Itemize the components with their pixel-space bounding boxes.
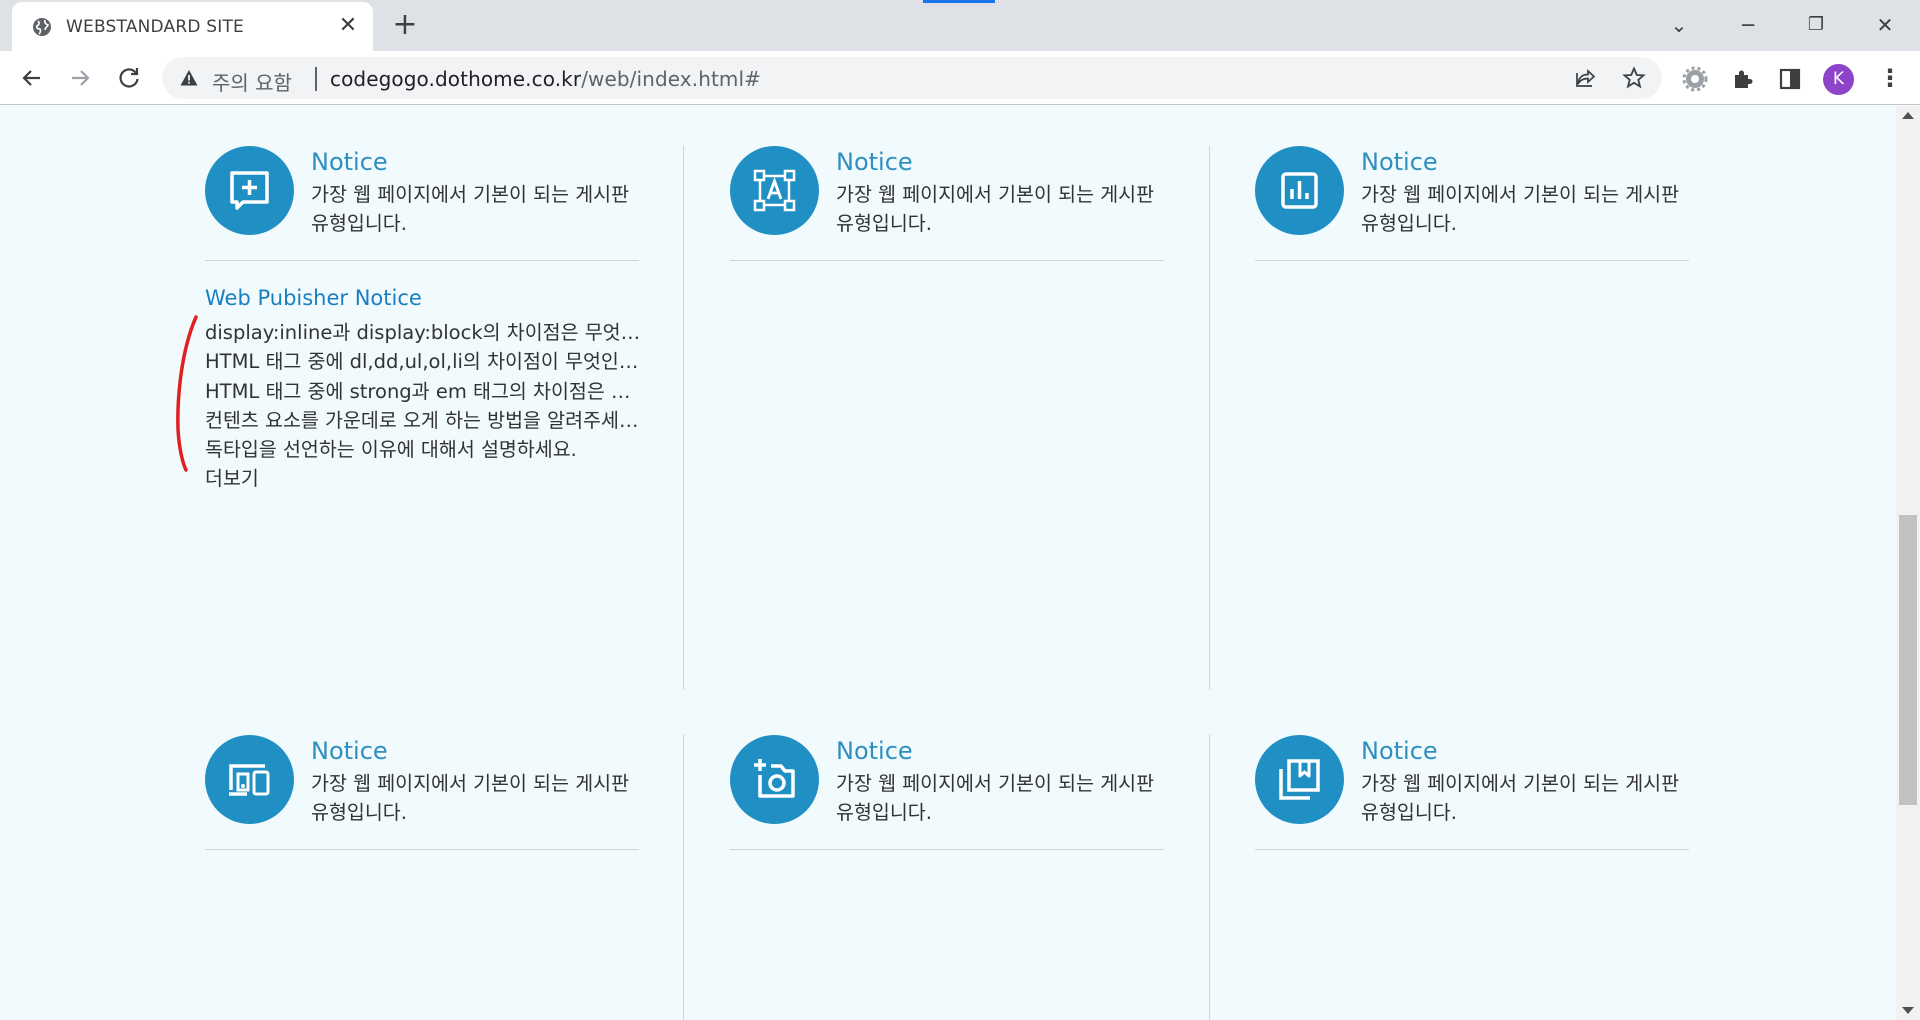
card-title[interactable]: Notice [836,148,913,176]
card-divider [205,260,639,261]
tab-title: WEBSTANDARD SITE [66,17,244,37]
globe-icon [33,18,51,36]
more-link[interactable]: 더보기 [205,464,645,493]
browser-toolbar: 주의 요함 codegogo.dothome.co.kr/web/index.h… [0,51,1920,105]
security-label[interactable]: 주의 요함 [212,67,292,96]
tab-strip: WEBSTANDARD SITE ✕ + ⌄ ─ ❐ ✕ [0,0,1920,51]
card-description: 가장 웹 페이지에서 기본이 되는 게시판 유형입니다. [311,772,630,824]
forward-arrow-icon [72,70,90,86]
notice-list: display:inline과 display:block의 차이점은 무엇인가… [205,318,645,464]
card-title[interactable]: Notice [311,737,388,765]
bookmark-library-icon [1279,759,1320,800]
add-camera-icon [754,759,795,798]
url-text[interactable]: codegogo.dothome.co.kr/web/index.html# [330,67,761,91]
close-window-button[interactable]: ✕ [1870,10,1900,40]
profile-avatar[interactable]: K [1823,64,1854,95]
back-arrow-icon [22,70,40,86]
card-divider [1255,260,1689,261]
card-divider [730,849,1164,850]
card-description: 가장 웹 페이지에서 기본이 되는 게시판 유형입니다. [311,183,630,235]
card-divider [730,260,1164,261]
notice-item[interactable]: HTML 태그 중에 dl,dd,ul,ol,li의 차이점이 무엇인가요? [205,347,641,376]
notice-item[interactable]: HTML 태그 중에 strong과 em 태그의 차이점은 무엇인가요? [205,377,641,406]
card-icon-circle [1255,735,1344,824]
restore-button[interactable]: ❐ [1801,10,1831,40]
card-title[interactable]: Notice [1361,737,1438,765]
card-icon-circle [730,735,819,824]
scrollbar-thumb[interactable] [1899,515,1917,805]
address-separator [315,67,317,91]
column-divider [1209,146,1210,690]
notice-item[interactable]: 컨텐츠 요소를 가운데로 오게 하는 방법을 알려주세요. [205,406,641,435]
bookmark-star-icon[interactable] [1622,66,1646,90]
bar-chart-icon [1281,172,1318,209]
card-icon-circle [205,146,294,235]
tab-loading-indicator [923,0,995,3]
extensions-puzzle-icon[interactable] [1730,66,1756,92]
column-divider [683,146,684,690]
card-divider [1255,849,1689,850]
text-frame-icon [753,169,796,212]
card-description: 가장 웹 페이지에서 기본이 되는 게시판 유형입니다. [836,772,1155,824]
card-icon-circle [205,735,294,824]
card-title[interactable]: Notice [836,737,913,765]
notice-heading[interactable]: Web Pubisher Notice [205,286,645,310]
card-title[interactable]: Notice [311,148,388,176]
page-viewport: Notice 가장 웹 페이지에서 기본이 되는 게시판 유형입니다. Noti… [0,106,1896,1020]
side-panel-icon[interactable] [1777,66,1803,92]
reload-icon [119,68,139,88]
share-icon[interactable] [1574,66,1598,90]
column-divider [683,734,684,1020]
address-bar[interactable]: 주의 요함 codegogo.dothome.co.kr/web/index.h… [162,57,1662,99]
red-annotation-mark [176,315,198,472]
forward-button[interactable] [64,62,96,94]
web-publisher-notice: Web Pubisher Notice display:inline과 disp… [205,286,645,493]
reload-button[interactable] [113,62,145,94]
card-divider [205,849,639,850]
tab-search-icon[interactable]: ⌄ [1664,10,1694,40]
browser-tab[interactable]: WEBSTANDARD SITE ✕ [12,2,373,51]
devices-icon [229,764,270,796]
warning-icon [180,70,198,86]
scroll-up-arrow-icon[interactable] [1902,112,1914,119]
notice-item[interactable]: display:inline과 display:block의 차이점은 무엇인가… [205,318,641,347]
card-description: 가장 웹 페이지에서 기본이 되는 게시판 유형입니다. [1361,183,1680,235]
card-icon-circle [730,146,819,235]
notice-item[interactable]: 독타입을 선언하는 이유에 대해서 설명하세요. [205,435,641,464]
card-icon-circle [1255,146,1344,235]
card-title[interactable]: Notice [1361,148,1438,176]
menu-kebab-icon[interactable]: ⋮ [1878,64,1902,94]
back-button[interactable] [16,62,48,94]
minimize-button[interactable]: ─ [1733,10,1763,40]
card-description: 가장 웹 페이지에서 기본이 되는 게시판 유형입니다. [1361,772,1680,824]
tab-close-icon[interactable]: ✕ [336,14,360,38]
url-path: /web/index.html# [581,67,762,91]
card-description: 가장 웹 페이지에서 기본이 되는 게시판 유형입니다. [836,183,1155,235]
extension-gear-icon[interactable] [1682,66,1708,92]
column-divider [1209,734,1210,1020]
add-comment-icon [230,171,269,210]
scroll-down-arrow-icon[interactable] [1902,1007,1914,1014]
page-scrollbar[interactable] [1896,106,1920,1020]
new-tab-button[interactable]: + [390,10,420,41]
url-host: codegogo.dothome.co.kr [330,67,582,91]
